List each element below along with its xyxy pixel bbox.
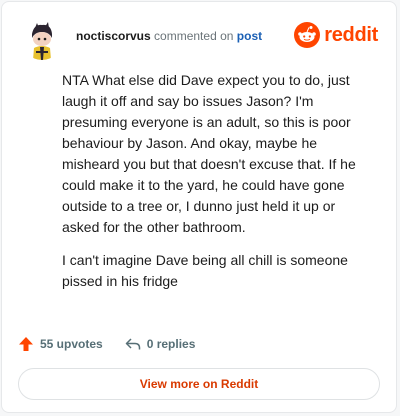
- comment-paragraph: I can't imagine Dave being all chill is …: [62, 252, 348, 289]
- upvote-arrow-icon: [19, 337, 33, 351]
- reply-action[interactable]: 0 replies: [125, 336, 196, 352]
- upvote-count: 55 upvotes: [40, 337, 103, 351]
- upvote-action[interactable]: 55 upvotes: [18, 336, 103, 352]
- comment-meta: noctiscorvus commented on post: [76, 29, 262, 43]
- user-avatar[interactable]: [22, 20, 62, 60]
- comment-paragraph: NTA What else did Dave expect you to do,…: [62, 72, 356, 235]
- comment-actions: 55 upvotes 0 replies: [18, 332, 217, 356]
- username-link[interactable]: noctiscorvus: [76, 29, 151, 43]
- reddit-snoo-icon: [294, 22, 321, 48]
- reddit-logo[interactable]: reddit: [294, 21, 378, 49]
- snoo-avatar-icon: [22, 20, 62, 60]
- post-link[interactable]: post: [237, 29, 262, 43]
- comment-header: noctiscorvus commented on post reddit: [14, 16, 384, 60]
- comment-embed-card: noctiscorvus commented on post reddit NT…: [1, 1, 397, 413]
- reply-count: 0 replies: [146, 337, 196, 351]
- reddit-wordmark: reddit: [324, 24, 378, 46]
- comment-body: NTA What else did Dave expect you to do,…: [62, 70, 376, 304]
- view-more-button[interactable]: View more on Reddit: [18, 368, 380, 400]
- reply-arrow-icon: [125, 338, 140, 350]
- commented-on-text: commented on: [154, 29, 234, 43]
